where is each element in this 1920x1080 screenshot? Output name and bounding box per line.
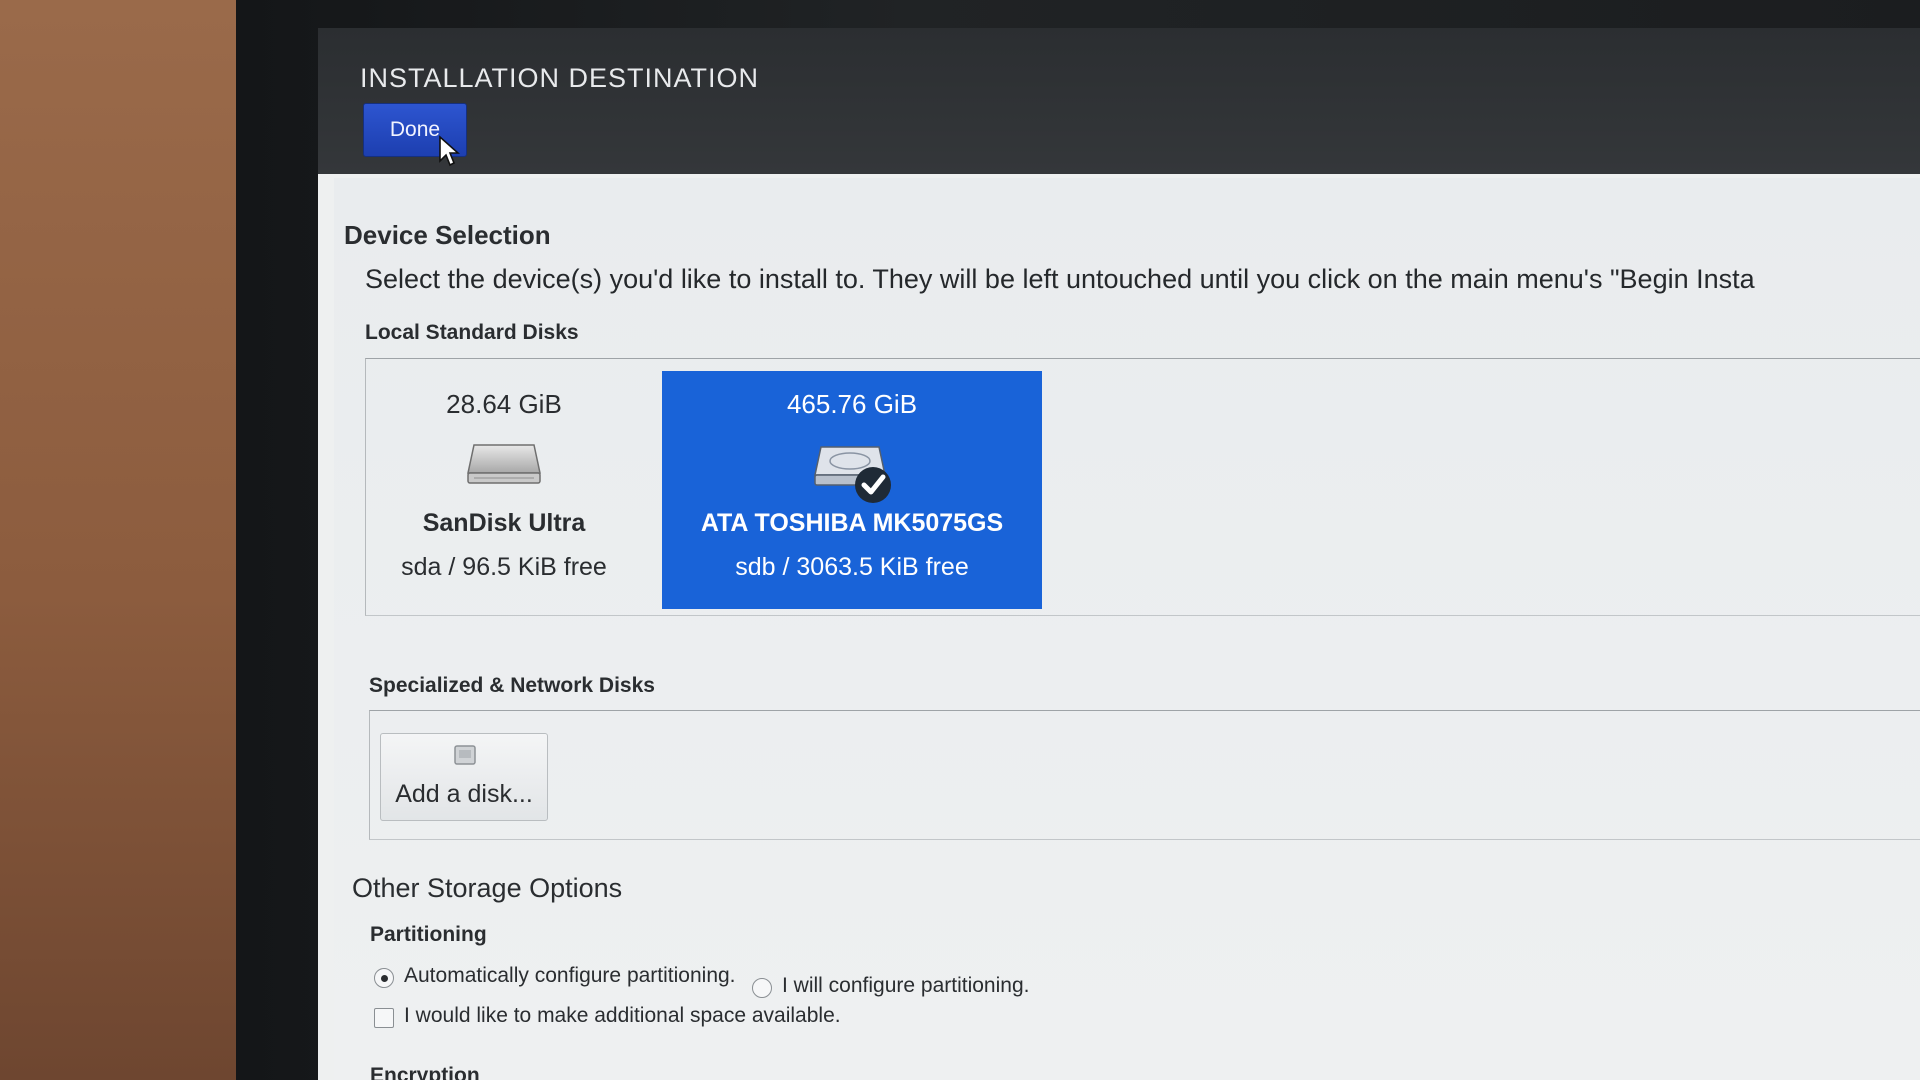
additional-space-checkbox[interactable] xyxy=(374,1008,394,1028)
local-disks-panel: 28.64 GiB SanDisk Ultra sda / 96.5 KiB f… xyxy=(365,358,1920,616)
drive-icon xyxy=(814,446,891,503)
encryption-label: Encryption xyxy=(370,1064,480,1080)
disk-sdb[interactable]: 465.76 GiB ATA TOSHIBA MK5075GS sdb / 30… xyxy=(662,371,1042,609)
checkmark-icon xyxy=(855,467,891,503)
disk-add-icon xyxy=(454,745,476,765)
additional-space-label[interactable]: I would like to make additional space av… xyxy=(404,1004,841,1028)
drive-icon xyxy=(467,444,541,484)
other-storage-options-title: Other Storage Options xyxy=(352,873,623,903)
disk-sda[interactable]: 28.64 GiB SanDisk Ultra sda / 96.5 KiB f… xyxy=(374,371,634,609)
disk-info: sda / 96.5 KiB free xyxy=(401,553,607,581)
auto-partitioning-label[interactable]: Automatically configure partitioning. xyxy=(404,964,736,988)
disk-size: 28.64 GiB xyxy=(446,389,562,419)
manual-partitioning-label[interactable]: I will configure partitioning. xyxy=(782,974,1029,998)
partitioning-label: Partitioning xyxy=(370,923,487,946)
spoke-title: INSTALLATION DESTINATION xyxy=(360,63,760,93)
disk-info: sdb / 3063.5 KiB free xyxy=(735,553,969,581)
disk-name: ATA TOSHIBA MK5075GS xyxy=(700,509,1004,537)
device-selection-title: Device Selection xyxy=(344,220,551,250)
auto-partitioning-radio[interactable] xyxy=(374,968,394,988)
instructions-text: Select the device(s) you'd like to insta… xyxy=(365,264,1755,294)
specialized-disks-panel: Add a disk... xyxy=(369,710,1920,840)
add-disk-button[interactable]: Add a disk... xyxy=(380,733,548,821)
mouse-cursor-icon xyxy=(439,135,460,167)
disk-name: SanDisk Ultra xyxy=(422,509,586,537)
add-disk-label: Add a disk... xyxy=(395,780,533,808)
spoke-header: INSTALLATION DESTINATION Done xyxy=(318,28,1920,174)
spoke-content: Device Selection Select the device(s) yo… xyxy=(334,178,1920,1080)
installer-screen: INSTALLATION DESTINATION Done Device Sel… xyxy=(318,28,1920,1080)
local-disks-label: Local Standard Disks xyxy=(365,321,579,344)
specialized-disks-label: Specialized & Network Disks xyxy=(369,674,655,697)
disk-size: 465.76 GiB xyxy=(786,389,918,419)
manual-partitioning-radio[interactable] xyxy=(752,978,772,998)
